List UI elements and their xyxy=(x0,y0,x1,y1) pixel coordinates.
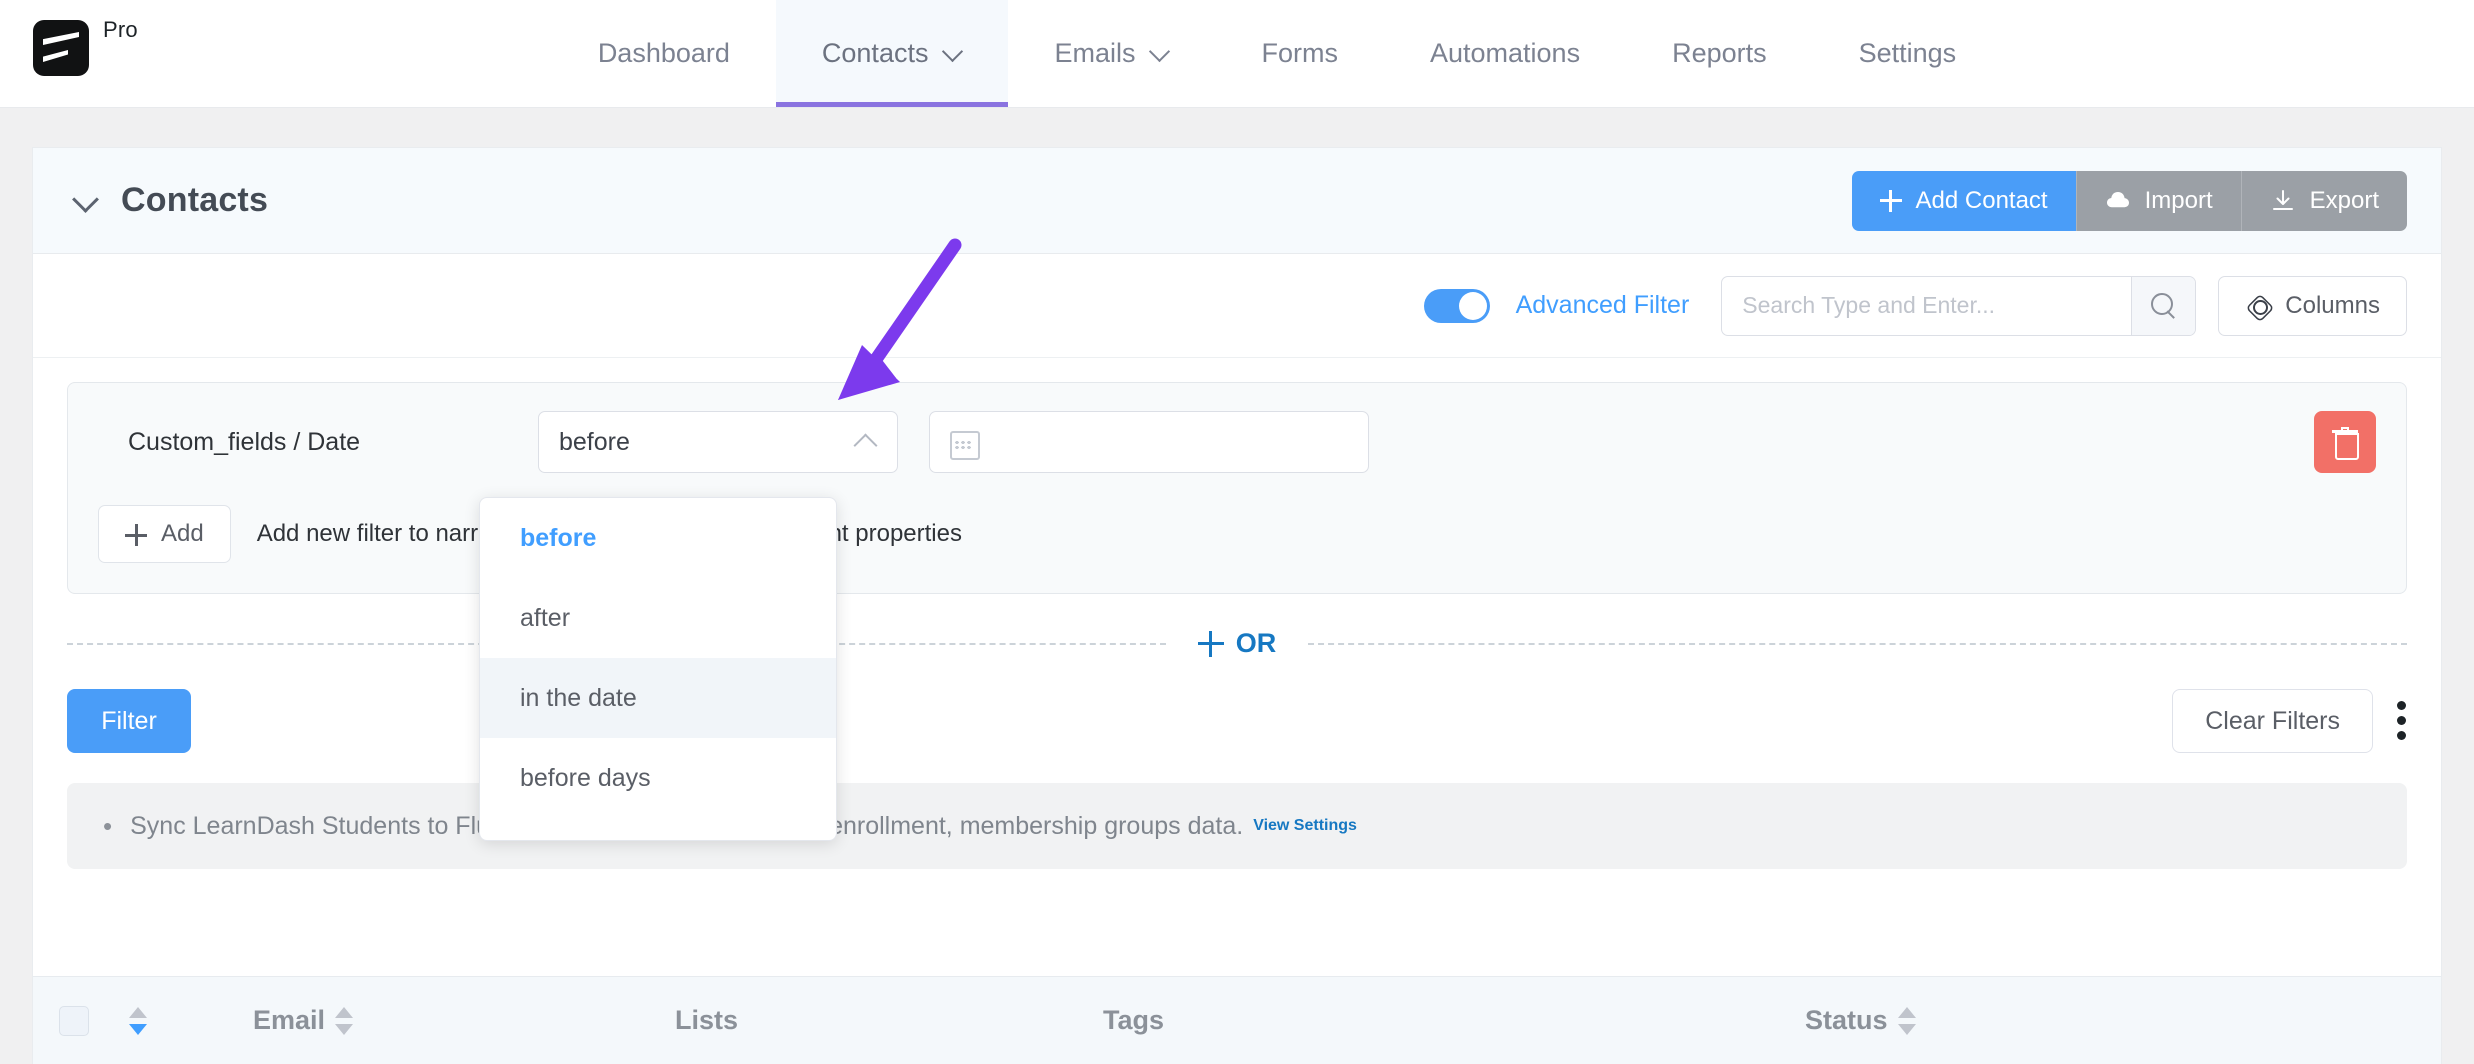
operator-dropdown-menu[interactable]: before after in the date before days wit… xyxy=(479,497,837,841)
sort-toggle-status[interactable] xyxy=(1897,1004,1916,1038)
column-label: Email xyxy=(253,1005,326,1035)
divider-line-right xyxy=(1308,642,2407,645)
nav-item-emails[interactable]: Emails xyxy=(1008,0,1215,107)
column-header-lists[interactable]: Lists xyxy=(593,1005,1023,1036)
primary-nav: Dashboard Contacts Emails Forms Automati… xyxy=(0,0,2474,107)
dropdown-option-within-days[interactable]: within days xyxy=(480,818,836,840)
filter-actions: Filter Clear Filters xyxy=(67,689,2407,753)
select-all-checkbox[interactable] xyxy=(59,1005,89,1036)
column-label: Lists xyxy=(675,1005,739,1035)
import-label: Import xyxy=(2144,186,2213,214)
option-label: before days xyxy=(520,763,651,792)
nav-item-automations[interactable]: Automations xyxy=(1384,0,1626,107)
chevron-down-icon xyxy=(1151,42,1169,60)
view-settings-link[interactable]: View Settings xyxy=(1253,817,1357,835)
chevron-down-icon xyxy=(944,42,962,60)
column-label: Status xyxy=(1805,1005,1888,1035)
row-sort-toggle[interactable] xyxy=(129,1004,147,1038)
add-filter-row: Add Add new filter to narrow down result… xyxy=(98,505,2376,563)
page-actions: Add Contact Import Export xyxy=(1851,170,2407,231)
bullet-icon: • xyxy=(103,811,113,841)
integration-notice: • Sync LearnDash Students to FluentCRM a… xyxy=(67,783,2407,869)
more-options-kebab-icon[interactable] xyxy=(2397,699,2407,743)
option-label: in the date xyxy=(520,683,637,712)
filter-row: Custom_fields / Date before xyxy=(98,411,2376,473)
download-icon xyxy=(2272,189,2293,210)
date-value-input[interactable] xyxy=(990,427,1330,457)
columns-button[interactable]: Columns xyxy=(2218,275,2407,336)
nav-label: Emails xyxy=(1054,38,1136,68)
filter-submit-button[interactable]: Filter xyxy=(67,689,191,753)
top-navigation-bar: Pro Dashboard Contacts Emails Forms Auto… xyxy=(0,0,2474,108)
dropdown-option-before[interactable]: before xyxy=(480,498,836,578)
add-filter-label: Add xyxy=(161,520,204,547)
add-contact-button[interactable]: Add Contact xyxy=(1851,170,2076,231)
nav-label: Forms xyxy=(1261,38,1338,68)
column-header-tags[interactable]: Tags xyxy=(1023,1005,1453,1036)
dropdown-option-before-days[interactable]: before days xyxy=(480,738,836,818)
calendar-icon xyxy=(950,428,980,460)
or-label: OR xyxy=(1235,628,1277,658)
filter-property-label: Custom_fields / Date xyxy=(128,427,361,456)
nav-label: Settings xyxy=(1858,38,1957,68)
column-header-status[interactable]: Status xyxy=(1453,1004,1916,1038)
add-filter-button[interactable]: Add xyxy=(98,505,231,563)
date-value-input-wrapper[interactable] xyxy=(929,411,1369,473)
nav-label: Contacts xyxy=(821,38,929,68)
chevron-up-icon xyxy=(853,430,877,454)
contacts-page-panel: Contacts Add Contact Import Export Advan… xyxy=(33,148,2441,1064)
select-all-cell xyxy=(33,1005,103,1036)
nav-label: Reports xyxy=(1672,38,1767,68)
page-header: Contacts Add Contact Import Export xyxy=(33,148,2441,254)
row-sort-cell xyxy=(103,1004,173,1038)
nav-label: Dashboard xyxy=(597,38,730,68)
cloud-icon xyxy=(2106,191,2129,207)
operator-select[interactable]: before xyxy=(538,411,898,473)
search-submit-button[interactable] xyxy=(2131,276,2196,335)
nav-item-settings[interactable]: Settings xyxy=(1813,0,2003,107)
filter-card: Custom_fields / Date before Add Add new … xyxy=(67,382,2407,594)
plus-icon xyxy=(125,524,147,546)
nav-item-dashboard[interactable]: Dashboard xyxy=(552,0,776,107)
operator-select-value: before xyxy=(559,427,630,456)
plus-icon xyxy=(1879,189,1902,212)
filter-toolbar: Advanced Filter Columns xyxy=(33,254,2441,358)
add-or-group-button[interactable]: OR xyxy=(1166,628,1309,659)
nav-item-forms[interactable]: Forms xyxy=(1215,0,1384,107)
delete-filter-button[interactable] xyxy=(2314,411,2376,473)
advanced-filter-label: Advanced Filter xyxy=(1515,291,1690,319)
nav-item-reports[interactable]: Reports xyxy=(1626,0,1813,107)
import-button[interactable]: Import xyxy=(2075,170,2241,231)
export-label: Export xyxy=(2309,186,2379,214)
advanced-filter-toggle[interactable] xyxy=(1423,288,1490,323)
page-title: Contacts xyxy=(121,181,269,219)
search-input[interactable] xyxy=(1722,276,2132,335)
columns-label: Columns xyxy=(2285,291,2380,319)
option-label: after xyxy=(520,603,571,632)
search-icon xyxy=(2150,292,2177,319)
column-label: Tags xyxy=(1103,1005,1165,1035)
or-divider: OR xyxy=(67,628,2407,659)
trash-icon xyxy=(2332,427,2359,460)
dropdown-option-in-the-date[interactable]: in the date xyxy=(480,658,836,738)
filter-area: Custom_fields / Date before Add Add new … xyxy=(33,358,2441,869)
export-button[interactable]: Export xyxy=(2240,170,2407,231)
gear-icon xyxy=(2245,293,2271,319)
nav-item-contacts[interactable]: Contacts xyxy=(775,0,1009,107)
column-header-email[interactable]: Email xyxy=(173,1004,593,1038)
collapse-chevron-down-icon[interactable] xyxy=(73,188,99,214)
sort-toggle-email[interactable] xyxy=(335,1004,354,1038)
option-label: before xyxy=(520,523,597,552)
add-contact-label: Add Contact xyxy=(1915,186,2048,214)
clear-filters-button[interactable]: Clear Filters xyxy=(2172,689,2373,753)
plus-icon xyxy=(1197,630,1224,657)
search-box xyxy=(1721,275,2197,336)
contacts-table-header: Email Lists Tags Status xyxy=(33,976,2441,1064)
nav-label: Automations xyxy=(1429,38,1581,68)
dropdown-option-after[interactable]: after xyxy=(480,578,836,658)
